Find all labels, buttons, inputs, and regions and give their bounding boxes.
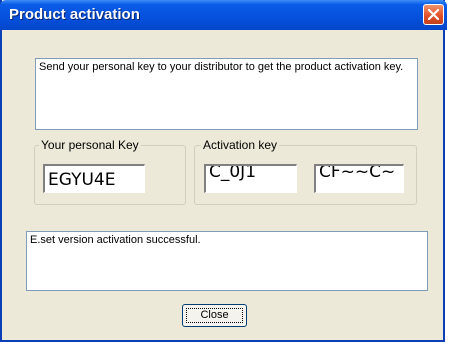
activation-key-field-2[interactable]: CF~~C~ (314, 164, 404, 193)
status-text: E.set version activation successful. (30, 234, 201, 246)
instructions-box: Send your personal key to your distribut… (35, 58, 418, 130)
activation-dialog: Product activation Send your personal ke… (0, 0, 447, 342)
personal-key-field[interactable]: EGYU4E (43, 164, 145, 193)
title-bar[interactable]: Product activation (0, 0, 447, 30)
activation-key-field-2-value: CF~~C~ (319, 164, 396, 182)
title-close-button[interactable] (423, 4, 444, 25)
close-button[interactable]: Close (182, 304, 247, 327)
window-title: Product activation (9, 6, 140, 23)
personal-key-label: Your personal Key (39, 138, 141, 152)
close-icon (428, 9, 439, 20)
instructions-text: Send your personal key to your distribut… (39, 61, 404, 73)
activation-key-field-1[interactable]: C_0J1 (204, 164, 297, 193)
activation-key-field-1-value: C_0J1 (209, 164, 257, 182)
personal-key-value: EGYU4E (48, 170, 116, 190)
activation-key-label: Activation key (201, 138, 280, 152)
status-box: E.set version activation successful. (26, 231, 428, 291)
close-button-label: Close (200, 309, 229, 321)
